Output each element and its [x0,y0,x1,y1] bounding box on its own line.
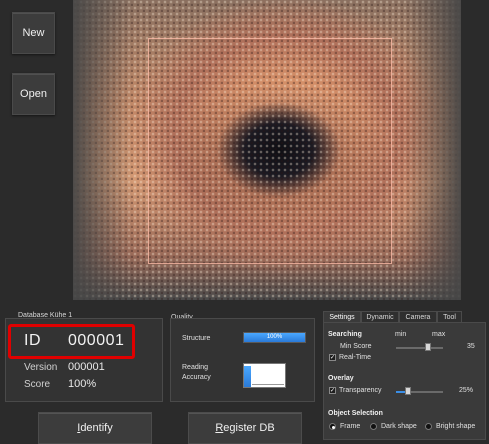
realtime-checkbox[interactable]: ✓ [329,354,336,361]
tab-dynamic[interactable]: Dynamic [361,311,399,322]
identify-button-label: dentify [80,422,113,434]
structure-progress-text: 100% [266,334,283,340]
object-selection-title: Object Selection [328,410,383,417]
min-header: min [395,331,407,338]
score-value: 100% [68,378,97,390]
overlay-section-title: Overlay [328,375,354,382]
searching-section-title: Searching [328,331,362,338]
bright-shape-radio[interactable] [425,423,432,430]
structure-progress-bar: 100% [243,332,306,343]
structure-label: Structure [182,335,211,342]
reading-accuracy-label-line1: Reading [182,364,209,371]
transparency-slider-thumb[interactable] [405,387,411,395]
open-button[interactable]: Open [12,73,55,115]
transparency-label: Transparency [339,387,382,394]
frame-radio-label: Frame [340,423,361,430]
dark-shape-radio[interactable] [370,423,377,430]
reading-accuracy-label-line2: Accuracy [182,374,211,381]
region-of-interest-frame[interactable] [148,38,392,264]
register-db-button[interactable]: Register DB [188,412,302,444]
version-value: 000001 [68,361,105,373]
frame-radio[interactable] [329,423,336,430]
min-score-label: Min Score [340,343,372,350]
quality-group [170,318,315,402]
dark-shape-radio-label: Dark shape [381,423,417,430]
transparency-value: 25% [459,387,474,394]
realtime-label: Real-Time [339,354,372,361]
viewer-right-shade [405,0,461,300]
reading-accuracy-graph [243,363,286,388]
min-score-value: 35 [467,343,475,350]
register-button-mnemonic: R [215,422,224,434]
new-button[interactable]: New [12,12,55,54]
id-value: 000001 [68,332,125,349]
register-button-label: egister DB [223,422,275,434]
transparency-checkbox[interactable]: ✓ [329,387,336,394]
bright-shape-radio-label: Bright shape [436,423,476,430]
tab-settings[interactable]: Settings [323,311,361,322]
viewer-left-shade [73,0,133,300]
reading-accuracy-fill [244,366,251,387]
identify-button[interactable]: Identify [38,412,152,444]
id-label: ID [24,332,41,349]
min-score-slider-thumb[interactable] [425,343,431,351]
tab-camera[interactable]: Camera [399,311,437,322]
min-score-slider[interactable] [396,347,443,349]
tab-tool[interactable]: Tool [437,311,462,322]
reading-accuracy-baseline [252,384,284,385]
max-header: max [432,331,446,338]
version-label: Version [24,362,58,373]
score-label: Score [24,379,51,390]
